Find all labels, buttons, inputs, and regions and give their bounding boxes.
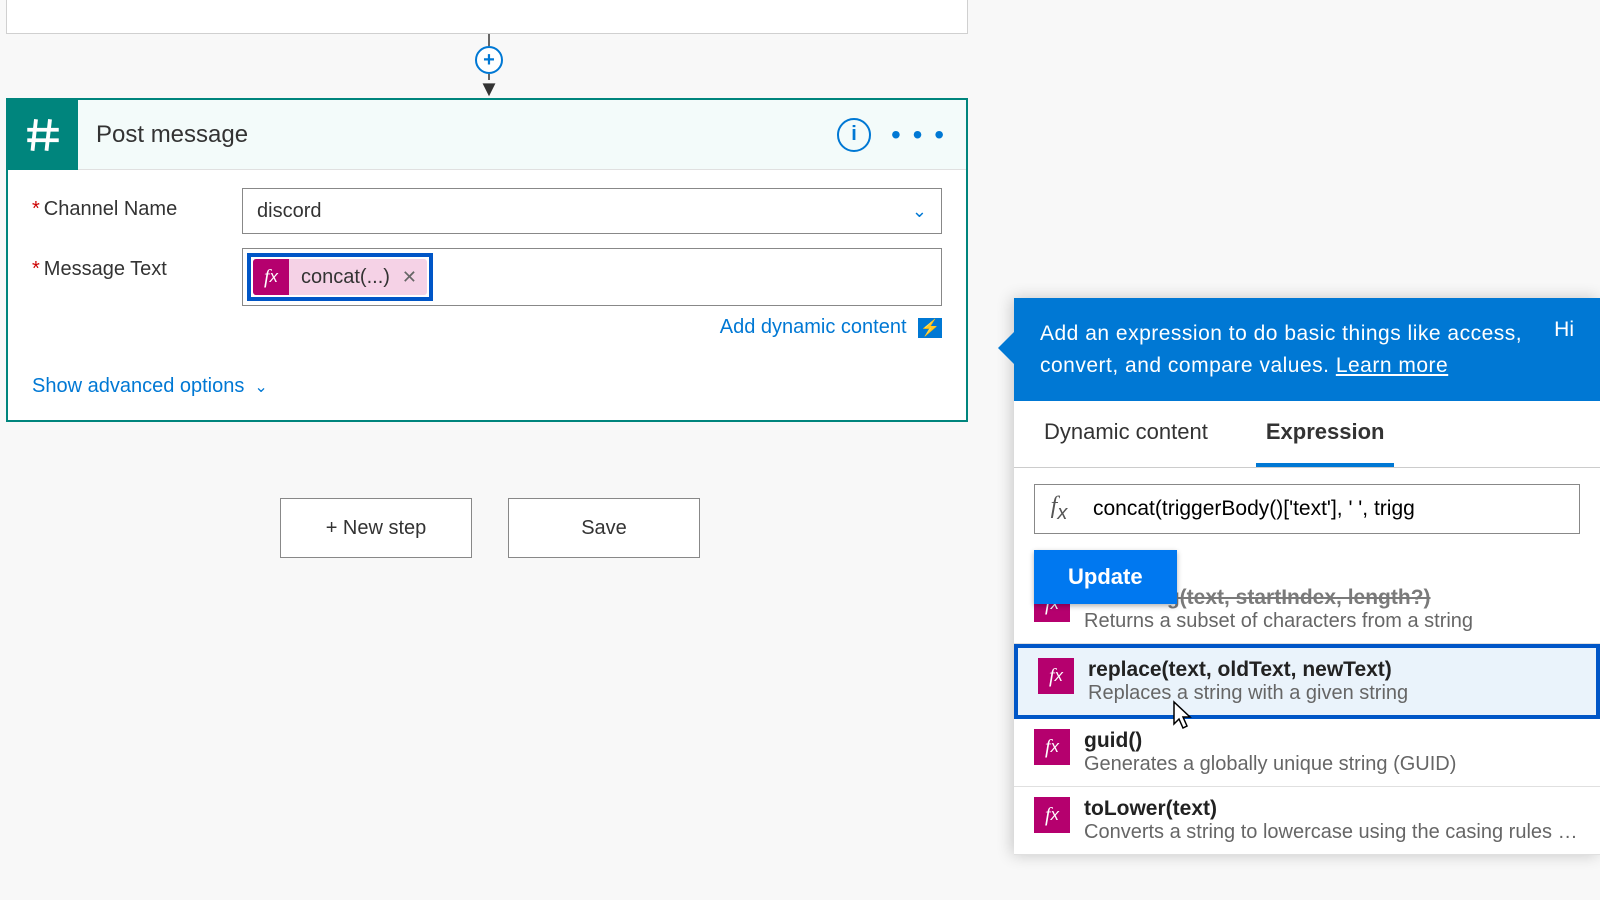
flyout-header: Add an expression to do basic things lik… xyxy=(1014,298,1600,401)
fx-icon: fx xyxy=(1038,658,1074,694)
function-item-guid[interactable]: fx guid() Generates a globally unique st… xyxy=(1014,719,1600,787)
function-name: replace(text, oldText, newText) xyxy=(1088,658,1576,682)
previous-action-card xyxy=(6,0,968,34)
fx-icon: fx xyxy=(1034,729,1070,765)
function-item-tolower[interactable]: fx toLower(text) Converts a string to lo… xyxy=(1014,787,1600,855)
function-desc: Returns a subset of characters from a st… xyxy=(1084,610,1580,633)
learn-more-link[interactable]: Learn more xyxy=(1336,354,1448,377)
show-advanced-options-link[interactable]: Show advanced options ⌄ xyxy=(32,375,268,398)
more-options-icon[interactable]: • • • xyxy=(891,119,946,151)
card-header[interactable]: Post message i • • • xyxy=(8,100,966,170)
tab-expression[interactable]: Expression xyxy=(1256,401,1395,467)
flyout-header-text: Add an expression to do basic things lik… xyxy=(1040,322,1522,377)
hide-flyout-link[interactable]: Hi xyxy=(1554,318,1574,381)
fx-icon: fx xyxy=(1035,493,1083,525)
function-name: guid() xyxy=(1084,729,1580,753)
add-dynamic-content-link[interactable]: Add dynamic content ⚡ xyxy=(720,316,942,338)
expression-input[interactable]: fx concat(triggerBody()['text'], ' ', tr… xyxy=(1034,484,1580,534)
save-button[interactable]: Save xyxy=(508,498,700,558)
action-card-post-message: Post message i • • • *Channel Name disco… xyxy=(6,98,968,422)
dynamic-content-flyout: Add an expression to do basic things lik… xyxy=(1014,298,1600,855)
message-text-input[interactable]: fx concat(...) ✕ xyxy=(242,248,942,306)
chevron-down-icon: ⌄ xyxy=(254,377,267,397)
channel-name-label: *Channel Name xyxy=(32,188,242,221)
flyout-caret-icon xyxy=(998,332,1014,364)
channel-name-select[interactable]: discord ⌄ xyxy=(242,188,942,234)
function-desc: Converts a string to lowercase using the… xyxy=(1084,821,1580,844)
new-step-button[interactable]: + New step xyxy=(280,498,472,558)
arrow-down-icon: ▼ xyxy=(478,82,500,95)
fx-icon: fx xyxy=(253,259,289,295)
function-desc: Generates a globally unique string (GUID… xyxy=(1084,753,1580,776)
connector: + ▼ xyxy=(480,34,498,98)
channel-name-value: discord xyxy=(257,200,321,223)
dynamic-content-badge-icon: ⚡ xyxy=(918,318,942,338)
function-item-replace[interactable]: fx replace(text, oldText, newText) Repla… xyxy=(1014,644,1600,719)
function-list: fx substring(text, startIndex, length?) … xyxy=(1014,586,1600,855)
expression-token-concat[interactable]: fx concat(...) ✕ xyxy=(253,259,427,295)
card-title: Post message xyxy=(78,121,837,149)
token-label: concat(...) xyxy=(289,266,402,289)
function-desc: Replaces a string with a given string xyxy=(1088,682,1576,705)
tab-dynamic-content[interactable]: Dynamic content xyxy=(1034,401,1218,467)
update-button[interactable]: Update xyxy=(1034,550,1177,604)
slack-hash-icon xyxy=(8,100,78,170)
remove-token-icon[interactable]: ✕ xyxy=(402,267,417,288)
info-icon[interactable]: i xyxy=(837,118,871,152)
expression-input-value: concat(triggerBody()['text'], ' ', trigg xyxy=(1083,497,1579,521)
function-name: toLower(text) xyxy=(1084,797,1580,821)
add-step-icon[interactable]: + xyxy=(475,46,503,74)
chevron-down-icon: ⌄ xyxy=(912,201,927,222)
fx-icon: fx xyxy=(1034,797,1070,833)
message-text-label: *Message Text xyxy=(32,248,242,281)
